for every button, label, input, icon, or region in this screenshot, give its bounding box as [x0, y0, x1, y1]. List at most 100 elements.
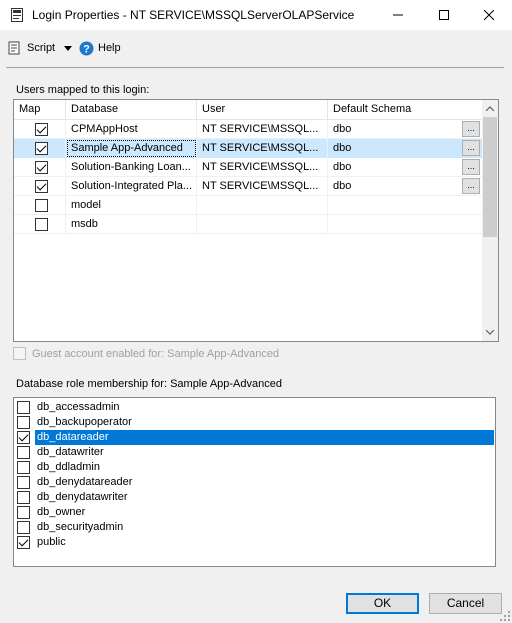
map-checkbox[interactable]: [35, 122, 48, 136]
default-schema-cell[interactable]: dbo...: [328, 139, 483, 158]
list-item[interactable]: db_denydatawriter: [16, 490, 494, 505]
role-checkbox[interactable]: [17, 521, 30, 534]
user-cell[interactable]: [197, 215, 328, 234]
user-cell[interactable]: NT SERVICE\MSSQL...: [197, 139, 328, 158]
map-cell: [14, 158, 66, 177]
list-item[interactable]: db_datareader: [16, 430, 494, 445]
map-cell: [14, 177, 66, 196]
default-schema-cell[interactable]: dbo...: [328, 177, 483, 196]
minimize-button[interactable]: [375, 0, 421, 30]
map-checkbox[interactable]: [35, 141, 48, 155]
role-name: public: [37, 536, 66, 548]
role-name: db_backupoperator: [37, 416, 132, 428]
cancel-button[interactable]: Cancel: [429, 593, 502, 614]
grid-vertical-scrollbar[interactable]: [482, 100, 498, 341]
help-button[interactable]: ? Help: [79, 39, 121, 57]
browse-schema-button[interactable]: ...: [462, 159, 480, 175]
role-checkbox[interactable]: [17, 476, 30, 489]
login-icon: [11, 8, 23, 22]
browse-schema-button[interactable]: ...: [462, 140, 480, 156]
default-schema-cell[interactable]: [328, 196, 483, 215]
table-row[interactable]: model: [14, 196, 483, 215]
close-button[interactable]: [466, 0, 512, 30]
column-header-map[interactable]: Map: [14, 100, 66, 120]
guest-account-checkbox[interactable]: [13, 347, 26, 360]
toolbar: Script ? Help: [0, 30, 512, 66]
scroll-thumb[interactable]: [483, 117, 497, 237]
ok-button[interactable]: OK: [346, 593, 419, 614]
role-checkbox[interactable]: [17, 491, 30, 504]
list-item[interactable]: db_datawriter: [16, 445, 494, 460]
table-row[interactable]: msdb: [14, 215, 483, 234]
default-schema-value: dbo: [333, 161, 352, 173]
guest-account-label: Guest account enabled for: Sample App-Ad…: [32, 347, 280, 360]
list-item[interactable]: db_backupoperator: [16, 415, 494, 430]
scroll-up-arrow[interactable]: [482, 100, 498, 117]
role-name: db_denydatareader: [37, 476, 133, 488]
database-cell[interactable]: model: [66, 196, 197, 215]
resize-grip-icon[interactable]: [500, 611, 510, 621]
role-name: db_owner: [37, 506, 86, 518]
user-cell[interactable]: NT SERVICE\MSSQL...: [197, 158, 328, 177]
map-checkbox[interactable]: [35, 217, 48, 231]
role-membership-label: Database role membership for: Sample App…: [16, 378, 282, 390]
database-cell[interactable]: Solution-Banking Loan...: [66, 158, 197, 177]
database-cell[interactable]: CPMAppHost: [66, 120, 197, 139]
default-schema-cell[interactable]: [328, 215, 483, 234]
database-cell[interactable]: msdb: [66, 215, 197, 234]
user-cell[interactable]: NT SERVICE\MSSQL...: [197, 120, 328, 139]
chevron-up-icon: [486, 106, 494, 111]
map-checkbox[interactable]: [35, 179, 48, 193]
column-header-database[interactable]: Database: [66, 100, 197, 120]
role-membership-list[interactable]: db_accessadmin db_backupoperator db_datare…: [13, 397, 496, 567]
title-bar: Login Properties - NT SERVICE\MSSQLServe…: [0, 0, 512, 30]
map-checkbox[interactable]: [35, 198, 48, 212]
role-checkbox[interactable]: [17, 506, 30, 519]
role-checkbox[interactable]: [17, 431, 30, 444]
scroll-down-arrow[interactable]: [482, 324, 498, 341]
users-mapped-label: Users mapped to this login:: [16, 84, 150, 96]
users-mapping-grid[interactable]: Map Database User Default Schema CPMAppH…: [13, 99, 499, 342]
list-item[interactable]: db_denydatareader: [16, 475, 494, 490]
browse-schema-button[interactable]: ...: [462, 121, 480, 137]
role-checkbox[interactable]: [17, 446, 30, 459]
default-schema-cell[interactable]: dbo...: [328, 158, 483, 177]
database-cell[interactable]: Sample App-Advanced: [66, 139, 197, 158]
column-header-user[interactable]: User: [197, 100, 328, 120]
map-cell: [14, 215, 66, 234]
user-cell[interactable]: [197, 196, 328, 215]
database-cell[interactable]: Solution-Integrated Pla...: [66, 177, 197, 196]
svg-text:?: ?: [83, 43, 90, 55]
column-header-default-schema[interactable]: Default Schema: [328, 100, 483, 120]
table-row[interactable]: Solution-Integrated Pla... NT SERVICE\MSS…: [14, 177, 483, 196]
table-row[interactable]: Sample App-Advanced NT SERVICE\MSSQL... db…: [14, 139, 483, 158]
default-schema-value: dbo: [333, 123, 352, 135]
toolbar-divider: [6, 67, 504, 68]
role-checkbox[interactable]: [17, 461, 30, 474]
maximize-button[interactable]: [421, 0, 467, 30]
role-name: db_ddladmin: [37, 461, 100, 473]
grid-header: Map Database User Default Schema: [14, 100, 483, 120]
dialog-footer: OK Cancel: [0, 585, 512, 623]
maximize-icon: [439, 10, 449, 20]
map-checkbox[interactable]: [35, 160, 48, 174]
list-item[interactable]: db_accessadmin: [16, 400, 494, 415]
script-icon: [8, 41, 20, 55]
browse-schema-button[interactable]: ...: [462, 178, 480, 194]
close-icon: [484, 10, 494, 20]
table-row[interactable]: Solution-Banking Loan... NT SERVICE\MSSQL…: [14, 158, 483, 177]
list-item[interactable]: db_securityadmin: [16, 520, 494, 535]
script-button[interactable]: Script: [8, 39, 73, 57]
default-schema-cell[interactable]: dbo...: [328, 120, 483, 139]
user-cell[interactable]: NT SERVICE\MSSQL...: [197, 177, 328, 196]
list-item[interactable]: db_owner: [16, 505, 494, 520]
table-row[interactable]: CPMAppHost NT SERVICE\MSSQL... dbo...: [14, 120, 483, 139]
list-item[interactable]: public: [16, 535, 494, 550]
role-checkbox[interactable]: [17, 401, 30, 414]
role-checkbox[interactable]: [17, 536, 30, 549]
role-checkbox[interactable]: [17, 416, 30, 429]
minimize-icon: [393, 14, 403, 16]
map-cell: [14, 139, 66, 158]
list-item[interactable]: db_ddladmin: [16, 460, 494, 475]
role-name: db_denydatawriter: [37, 491, 128, 503]
